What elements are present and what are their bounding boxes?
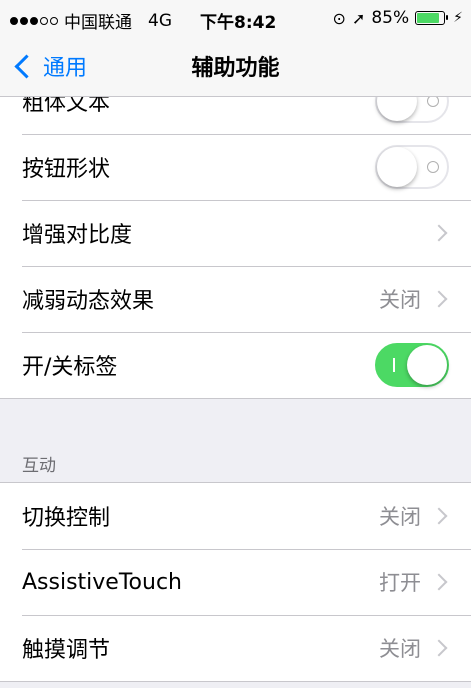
- row-label: 触摸调节: [22, 638, 111, 663]
- interaction-settings-group: 切换控制 关闭 AssistiveTouch 打开 触摸调节 关闭: [0, 482, 471, 682]
- touch-accommodations-row[interactable]: 触摸调节 关闭: [0, 615, 471, 681]
- signal-dot: [30, 16, 38, 25]
- status-time: 下午8:42: [200, 13, 277, 33]
- row-value: 关闭: [379, 637, 421, 661]
- carrier-name: 中国联通: [64, 13, 132, 33]
- signal-dot: [40, 16, 48, 25]
- toggle-knob: [377, 147, 417, 187]
- row-label: 减弱动态效果: [22, 289, 155, 314]
- orientation-lock-icon: ⊙: [332, 8, 346, 28]
- back-button-label: 通用: [43, 56, 88, 81]
- row-label: 按钮形状: [22, 157, 111, 182]
- chevron-right-icon: [430, 224, 448, 242]
- row-value: 打开: [379, 571, 421, 595]
- status-bar: 中国联通 4G 下午8:42 ⊙ ➚ 85% ⚡: [0, 0, 471, 36]
- row-value: 关闭: [379, 505, 421, 529]
- button-shapes-row: 按钮形状: [0, 134, 471, 200]
- navigation-bar: 通用 辅助功能: [0, 36, 471, 97]
- status-right: ⊙ ➚ 85% ⚡: [333, 8, 463, 28]
- button-shapes-toggle[interactable]: [375, 145, 449, 189]
- display-settings-group: 粗体文本 按钮形状 增强对比度 减弱动态效果 关闭 开/关标签: [0, 68, 471, 399]
- on-off-labels-toggle[interactable]: [375, 343, 449, 387]
- increase-contrast-row[interactable]: 增强对比度: [0, 200, 471, 266]
- row-label: 切换控制: [22, 506, 111, 531]
- signal-dot: [50, 16, 58, 25]
- row-label: 开/关标签: [22, 355, 118, 380]
- chevron-right-icon: [430, 290, 448, 308]
- chevron-right-icon: [430, 573, 448, 591]
- row-value: 关闭: [379, 288, 421, 312]
- battery-percent: 85%: [371, 8, 410, 28]
- assistivetouch-row[interactable]: AssistiveTouch 打开: [0, 549, 471, 615]
- toggle-on-mark: [393, 358, 395, 372]
- chevron-left-icon: [14, 53, 39, 79]
- chevron-right-icon: [430, 507, 448, 525]
- signal-dot: [10, 16, 18, 25]
- row-label: AssistiveTouch: [22, 569, 182, 595]
- signal-strength-icon: [10, 16, 58, 25]
- network-type: 4G: [148, 10, 172, 31]
- toggle-knob: [407, 345, 447, 385]
- battery-icon: [415, 11, 449, 25]
- switch-control-row[interactable]: 切换控制 关闭: [0, 483, 471, 549]
- charging-bolt-icon: ⚡: [453, 10, 463, 26]
- on-off-labels-row: 开/关标签: [0, 332, 471, 398]
- battery-fill: [417, 13, 440, 23]
- reduce-motion-row[interactable]: 减弱动态效果 关闭: [0, 266, 471, 332]
- signal-dot: [20, 16, 28, 25]
- toggle-off-mark: [427, 161, 439, 173]
- row-label: 增强对比度: [22, 223, 133, 248]
- chevron-right-icon: [430, 639, 448, 657]
- location-arrow-icon: ➚: [351, 8, 366, 28]
- status-left: 中国联通 4G: [10, 8, 172, 33]
- section-header-interaction: 互动: [22, 456, 56, 476]
- back-button[interactable]: 通用: [8, 36, 87, 96]
